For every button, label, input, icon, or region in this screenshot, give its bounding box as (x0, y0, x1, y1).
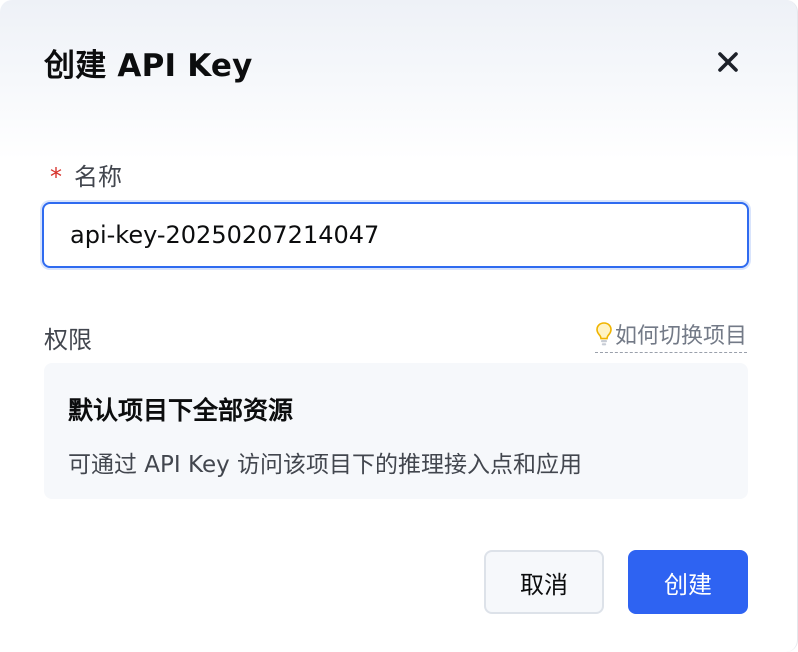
name-field-label: 名称 (74, 163, 122, 191)
cancel-button[interactable]: 取消 (484, 550, 604, 614)
create-button[interactable]: 创建 (628, 550, 748, 614)
lightbulb-icon (596, 322, 612, 346)
permission-label: 权限 (44, 326, 92, 354)
switch-project-link[interactable]: 如何切换项目 (594, 318, 747, 353)
close-button[interactable] (708, 42, 748, 82)
close-icon (718, 52, 738, 72)
dialog-title: 创建 API Key (44, 48, 253, 84)
permission-card-title: 默认项目下全部资源 (68, 396, 294, 425)
permission-card: 默认项目下全部资源 可通过 API Key 访问该项目下的推理接入点和应用 (44, 363, 748, 499)
switch-project-link-label: 如何切换项目 (614, 324, 747, 349)
name-input[interactable] (42, 202, 749, 268)
permission-card-description: 可通过 API Key 访问该项目下的推理接入点和应用 (68, 452, 583, 478)
required-mark: * (50, 162, 62, 191)
name-field-label-row: * 名称 (44, 157, 122, 192)
create-api-key-dialog: 创建 API Key * 名称 权限 如何切换项目 默认项目下全部资源 可通过 … (0, 0, 798, 652)
